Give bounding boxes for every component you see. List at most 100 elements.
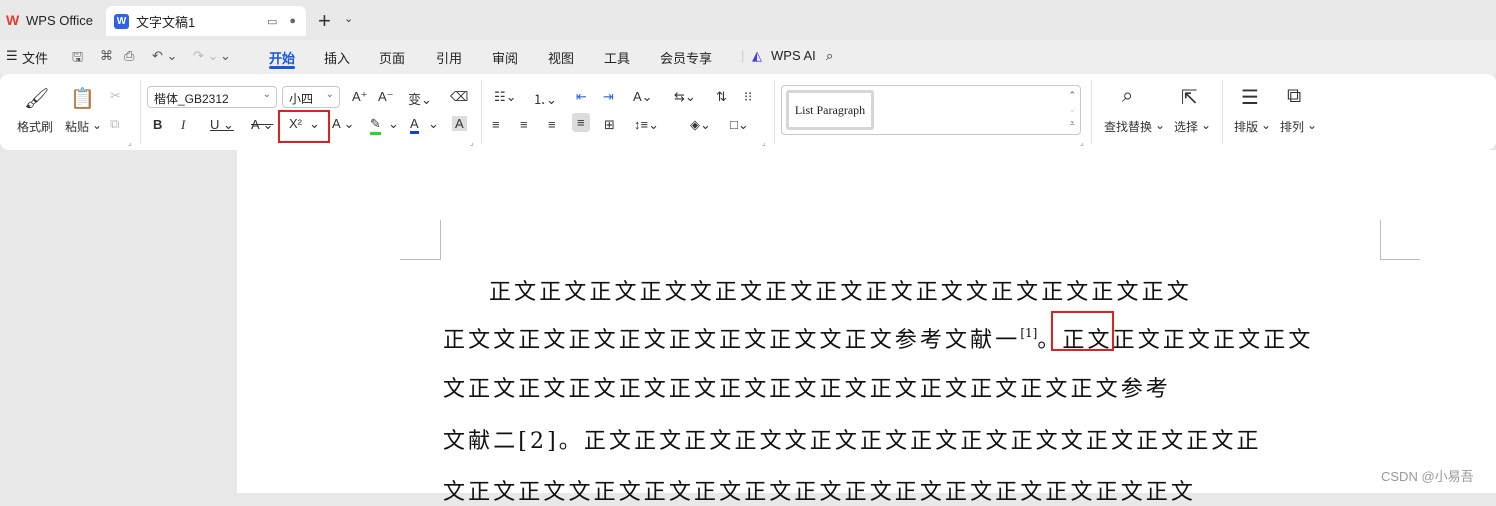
paste-dropdown-icon[interactable]: ⌄: [92, 118, 102, 132]
italic-button[interactable]: I: [181, 117, 185, 133]
distributed-align-icon[interactable]: ⊞: [604, 117, 615, 133]
menu-review[interactable]: 审阅: [492, 48, 518, 67]
bullet-list-icon[interactable]: ☷⌄: [494, 89, 517, 105]
grow-font-icon[interactable]: A⁺: [352, 89, 368, 105]
align-center-icon[interactable]: ≡: [520, 117, 528, 132]
active-tab-indicator: [269, 66, 295, 69]
cut-icon[interactable]: ✂: [110, 88, 121, 104]
share-icon[interactable]: ⌘: [100, 48, 113, 64]
menu-wps-ai[interactable]: WPS AI: [771, 48, 816, 63]
strikethrough-button[interactable]: A ⌄: [251, 117, 273, 133]
chevron-down-icon[interactable]: ⌄: [344, 12, 353, 25]
menu-bar: ☰ 文件 🖫 ⌘ ⎙ ↶ ⌄ ↷ ⌄ ⌄ 开始 插入 页面 引用 审阅 视图 工…: [0, 40, 1496, 74]
copy-icon[interactable]: ⧉: [110, 116, 119, 132]
decrease-indent-icon[interactable]: ⇤: [576, 89, 587, 105]
align-right-icon[interactable]: ≡: [548, 117, 556, 132]
tab-wps-office-label: WPS Office: [26, 12, 93, 28]
unsaved-dot-icon[interactable]: ●: [289, 15, 296, 28]
style-list-paragraph[interactable]: List Paragraph: [786, 90, 874, 130]
dialog-launcher-icon[interactable]: ⌟: [128, 138, 132, 147]
menu-references[interactable]: 引用: [436, 48, 462, 67]
paste-icon[interactable]: 📋: [70, 86, 95, 111]
select-cursor-icon[interactable]: ⇱: [1181, 85, 1198, 110]
borders-icon[interactable]: □⌄: [730, 117, 749, 133]
increase-indent-icon[interactable]: ⇥: [603, 89, 614, 105]
dialog-launcher-icon[interactable]: ⌟: [762, 138, 766, 147]
chevron-down-icon[interactable]: ⌄: [1068, 102, 1076, 116]
character-shading-icon[interactable]: A: [452, 116, 467, 131]
format-painter-icon[interactable]: 🖌: [24, 86, 49, 111]
ribbon-separator: [774, 80, 775, 144]
menu-insert[interactable]: 插入: [324, 48, 350, 67]
chinese-layout-icon[interactable]: ⇆⌄: [674, 89, 696, 105]
menu-member[interactable]: 会员专享: [660, 48, 712, 67]
hamburger-icon[interactable]: ☰: [6, 48, 18, 64]
print-preview-icon[interactable]: ⎙: [124, 48, 134, 64]
underline-button[interactable]: U ⌄: [210, 117, 234, 133]
font-name-select[interactable]: 楷体_GB2312 ⌄: [147, 86, 277, 108]
chevron-down-icon: ⌄: [325, 89, 334, 100]
crop-mark: [1380, 259, 1420, 260]
justify-icon[interactable]: ≡: [572, 113, 590, 132]
ribbon-separator: [1091, 80, 1092, 144]
dialog-launcher-icon[interactable]: ⌟: [470, 138, 474, 147]
wps-logo-icon: W: [6, 12, 20, 28]
paragraph-line: 文正文正文文正文正文正文正文正文正文正文正文正文正文正文正文: [443, 480, 1197, 505]
menu-view[interactable]: 视图: [548, 48, 574, 67]
find-replace-icon[interactable]: ⌕: [1122, 85, 1133, 108]
text-effect-icon[interactable]: A ⌄: [332, 116, 354, 132]
format-painter-label[interactable]: 格式刷: [17, 118, 53, 135]
font-color-dropdown-icon[interactable]: ⌄: [428, 116, 439, 132]
redo-icon[interactable]: ↷ ⌄: [193, 48, 218, 64]
highlight-dropdown-icon[interactable]: ⌄: [388, 116, 399, 132]
typeset-icon[interactable]: ☰: [1241, 85, 1259, 110]
tab-document[interactable]: W 文字文稿1 ▭ ●: [106, 6, 306, 36]
numbered-list-icon[interactable]: ⒈⌄: [533, 89, 557, 108]
shading-icon[interactable]: ◈⌄: [690, 117, 711, 133]
font-name-value: 楷体_GB2312: [154, 92, 229, 106]
show-marks-icon[interactable]: ⁝⁝: [744, 89, 752, 105]
paste-label[interactable]: 粘贴: [65, 118, 89, 135]
typeset-label[interactable]: 排版: [1234, 118, 1258, 135]
line-spacing-icon[interactable]: ↕≡⌄: [634, 117, 659, 133]
menu-page[interactable]: 页面: [379, 48, 405, 67]
wps-ai-icon[interactable]: ◭: [752, 48, 762, 64]
save-icon[interactable]: 🖫: [72, 48, 83, 70]
dialog-launcher-icon[interactable]: ⌟: [1080, 138, 1084, 147]
chevron-up-icon[interactable]: ⌃: [1068, 88, 1076, 102]
monitor-icon[interactable]: ▭: [267, 15, 277, 28]
sort-icon[interactable]: ⇅: [716, 89, 727, 105]
tab-wps-office[interactable]: W WPS Office: [0, 6, 110, 34]
arrange-label[interactable]: 排列: [1280, 118, 1304, 135]
select-label[interactable]: 选择: [1174, 118, 1198, 135]
style-gallery-scroll[interactable]: ⌃ ⌄ ⩡: [1068, 88, 1076, 130]
style-gallery[interactable]: List Paragraph ⌃ ⌄ ⩡: [781, 85, 1081, 135]
menu-home[interactable]: 开始: [269, 48, 295, 67]
crop-mark: [440, 220, 441, 260]
chevron-down-icon[interactable]: ⌄: [1155, 118, 1165, 132]
menu-tools[interactable]: 工具: [604, 48, 630, 67]
chevron-down-icon[interactable]: ⌄: [1261, 118, 1271, 132]
expand-gallery-icon[interactable]: ⩡: [1068, 116, 1076, 130]
search-icon[interactable]: ⌕: [826, 48, 833, 64]
shrink-font-icon[interactable]: A⁻: [378, 89, 394, 105]
text-direction-icon[interactable]: A⌄: [633, 89, 653, 105]
chevron-down-icon[interactable]: ⌄: [1307, 118, 1317, 132]
undo-icon[interactable]: ↶ ⌄: [152, 48, 177, 64]
chevron-down-icon[interactable]: ⌄: [1201, 118, 1211, 132]
clear-format-icon[interactable]: ⌫: [450, 89, 468, 105]
font-color-icon[interactable]: A: [410, 116, 419, 134]
align-left-icon[interactable]: ≡: [492, 117, 500, 132]
bold-button[interactable]: B: [153, 117, 162, 132]
font-size-select[interactable]: 小四 ⌄: [282, 86, 340, 108]
find-replace-label[interactable]: 查找替换: [1104, 118, 1152, 135]
quick-access-more-icon[interactable]: ⌄: [220, 48, 231, 64]
arrange-icon[interactable]: ⧉: [1287, 85, 1301, 108]
new-tab-button[interactable]: +: [318, 8, 331, 34]
paragraph-text: 正文文正文正文正文正文正文正文文正文参考文献一: [443, 328, 1021, 353]
ribbon-separator: [481, 80, 482, 144]
menu-file[interactable]: 文件: [22, 48, 48, 67]
tab-bar: W WPS Office W 文字文稿1 ▭ ● + ⌄: [0, 0, 1496, 40]
phonetic-guide-icon[interactable]: 变⌄: [408, 89, 432, 108]
highlight-color-icon[interactable]: ✎: [370, 116, 381, 135]
